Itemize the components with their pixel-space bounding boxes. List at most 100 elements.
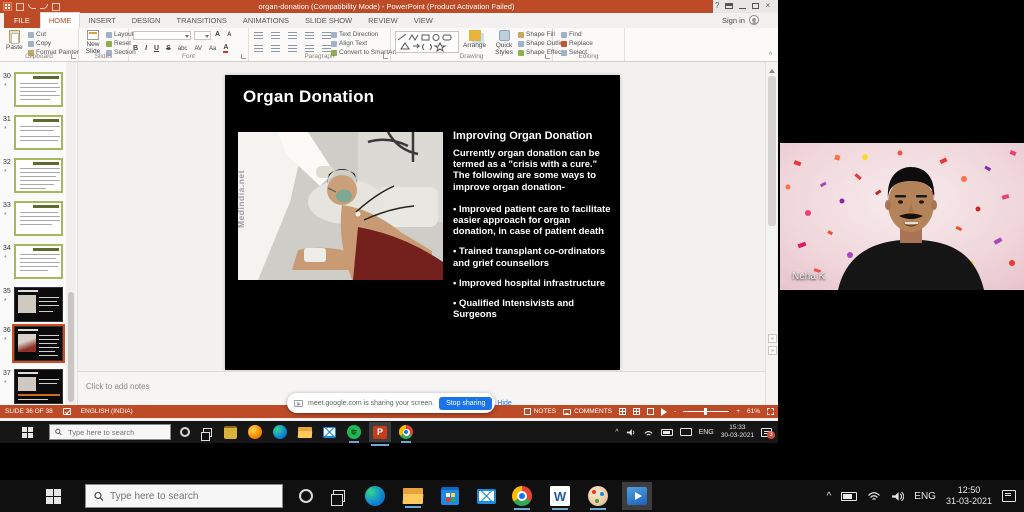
- redo-icon[interactable]: [40, 4, 48, 9]
- battery-icon[interactable]: [841, 491, 858, 501]
- change-case-button[interactable]: Aa: [209, 46, 216, 52]
- paragraph-dialog-launcher[interactable]: [383, 54, 388, 59]
- stop-sharing-button[interactable]: Stop sharing: [439, 396, 493, 410]
- bold-button[interactable]: B: [133, 45, 138, 52]
- align-right-icon[interactable]: [288, 45, 297, 52]
- paste-button[interactable]: Paste: [6, 30, 23, 51]
- touch-keyboard-icon[interactable]: [679, 428, 692, 436]
- task-view-icon[interactable]: [201, 427, 212, 441]
- taskbar-search[interactable]: [85, 484, 283, 508]
- comments-toggle[interactable]: COMMENTS: [563, 408, 612, 415]
- next-slide-button[interactable]: »: [768, 346, 777, 355]
- close-icon[interactable]: ×: [765, 1, 770, 10]
- tab-slideshow[interactable]: SLIDE SHOW: [297, 13, 360, 28]
- editor-scrollbar-thumb[interactable]: [768, 76, 776, 226]
- thumbnail-scrollbar[interactable]: [66, 62, 76, 405]
- shapes-gallery[interactable]: [395, 31, 459, 53]
- bullets-icon[interactable]: [254, 32, 263, 39]
- copy-button[interactable]: Copy: [28, 40, 51, 47]
- tab-home[interactable]: HOME: [39, 12, 81, 28]
- word-icon[interactable]: W: [550, 486, 570, 510]
- tray-language[interactable]: ENG: [699, 429, 714, 436]
- tray-clock[interactable]: 12:50 31-03-2021: [946, 485, 992, 508]
- zoom-slider[interactable]: [683, 408, 730, 415]
- font-color-button[interactable]: A: [223, 44, 229, 53]
- cortana-icon[interactable]: [299, 489, 313, 503]
- collapse-ribbon-icon[interactable]: ^: [769, 52, 772, 59]
- tab-design[interactable]: DESIGN: [124, 13, 169, 28]
- scroll-up-icon[interactable]: [769, 66, 775, 73]
- previous-slide-button[interactable]: «: [768, 334, 777, 343]
- slide-thumbnail-31[interactable]: 31 *: [0, 115, 66, 153]
- start-button-icon[interactable]: [46, 488, 61, 504]
- slide-thumbnail-37[interactable]: 37 *: [0, 369, 66, 407]
- search-input[interactable]: [110, 490, 274, 502]
- taskbar-search[interactable]: [49, 424, 171, 440]
- zoom-in-icon[interactable]: +: [736, 408, 740, 415]
- cut-button[interactable]: Cut: [28, 31, 46, 38]
- zoom-out-icon[interactable]: -: [674, 408, 676, 415]
- font-size-combobox[interactable]: [194, 31, 211, 40]
- undo-icon[interactable]: [28, 4, 36, 9]
- tray-chevron-up-icon[interactable]: ^: [827, 491, 832, 502]
- start-button-icon[interactable]: [22, 426, 33, 438]
- increase-indent-icon[interactable]: [305, 32, 314, 39]
- columns-icon[interactable]: [322, 45, 331, 52]
- speaker-icon[interactable]: [626, 428, 636, 437]
- chrome-icon[interactable]: [512, 486, 532, 510]
- numbering-icon[interactable]: [271, 32, 280, 39]
- films-tv-icon[interactable]: [622, 482, 652, 510]
- file-explorer-icon[interactable]: [297, 426, 313, 438]
- action-center-icon[interactable]: 3: [761, 427, 775, 439]
- hide-banner-link[interactable]: Hide: [497, 400, 511, 407]
- tab-review[interactable]: REVIEW: [360, 13, 406, 28]
- tray-clock[interactable]: 15:33 30-03-2021: [721, 424, 754, 440]
- clipboard-dialog-launcher[interactable]: [71, 54, 76, 59]
- task-view-icon[interactable]: [331, 490, 345, 506]
- replace-button[interactable]: Replace: [561, 40, 593, 47]
- file-explorer-icon[interactable]: [402, 488, 424, 508]
- slide-thumbnail-34[interactable]: 34 *: [0, 244, 66, 282]
- wifi-icon[interactable]: [867, 491, 881, 502]
- slide-thumbnail-35[interactable]: 35 *: [0, 287, 66, 325]
- find-button[interactable]: Find: [561, 31, 582, 38]
- edge-icon[interactable]: [365, 486, 385, 506]
- arrange-button[interactable]: Arrange: [463, 30, 486, 49]
- slide-thumbnail-30[interactable]: 30 *: [0, 72, 66, 110]
- help-icon[interactable]: ?: [715, 1, 719, 10]
- align-center-icon[interactable]: [271, 45, 280, 52]
- chrome-icon[interactable]: [399, 425, 413, 443]
- tab-insert[interactable]: INSERT: [80, 13, 123, 28]
- slideshow-view-icon[interactable]: [661, 407, 668, 416]
- font-name-combobox[interactable]: [133, 31, 191, 40]
- slide-thumbnail-33[interactable]: 33 *: [0, 201, 66, 239]
- microsoft-store-icon[interactable]: [441, 487, 459, 505]
- drawing-dialog-launcher[interactable]: [545, 54, 550, 59]
- grow-font-button[interactable]: A: [215, 31, 220, 38]
- paint-icon[interactable]: [588, 486, 608, 510]
- start-slideshow-icon[interactable]: [52, 2, 60, 11]
- battery-icon[interactable]: [660, 428, 673, 436]
- zoom-slider-thumb[interactable]: [704, 408, 708, 415]
- slide-sorter-view-icon[interactable]: [633, 408, 641, 415]
- restore-icon[interactable]: [752, 2, 760, 9]
- briefcase-app-icon[interactable]: [224, 425, 237, 439]
- editor-scrollbar[interactable]: « »: [765, 62, 778, 405]
- search-input[interactable]: [68, 427, 165, 437]
- shape-fill-button[interactable]: Shape Fill: [518, 31, 555, 38]
- powerpoint-taskbar-icon[interactable]: P: [369, 422, 391, 446]
- reading-view-icon[interactable]: [647, 408, 655, 415]
- align-text-button[interactable]: Align Text: [331, 40, 367, 47]
- save-icon[interactable]: [16, 2, 24, 11]
- speaker-icon[interactable]: [891, 491, 905, 502]
- action-center-icon[interactable]: [1002, 490, 1016, 502]
- mail-icon[interactable]: [477, 488, 496, 504]
- thumbnail-scrollbar-thumb[interactable]: [68, 292, 74, 402]
- text-direction-button[interactable]: Text Direction: [331, 31, 378, 38]
- cortana-icon[interactable]: [180, 427, 190, 437]
- tab-file[interactable]: FILE: [4, 13, 40, 28]
- tab-view[interactable]: VIEW: [406, 13, 441, 28]
- new-slide-button[interactable]: New Slide: [82, 30, 104, 55]
- shadow-button[interactable]: abc: [178, 46, 188, 52]
- firefox-icon[interactable]: [248, 425, 262, 439]
